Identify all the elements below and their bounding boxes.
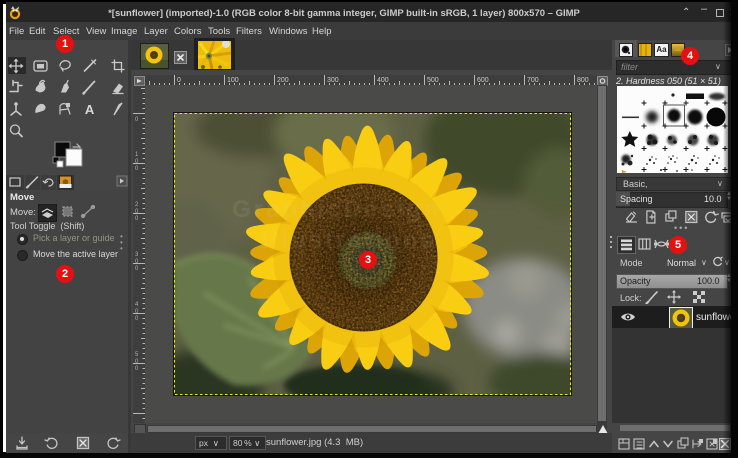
svg-text:300: 300 (327, 77, 339, 84)
svg-text:400: 400 (377, 77, 389, 84)
svg-text:600: 600 (477, 77, 489, 84)
svg-text:Illustrations: Illustrations (262, 227, 437, 254)
svg-text:800: 800 (577, 77, 589, 84)
svg-text:200: 200 (277, 77, 289, 84)
svg-text:100: 100 (227, 77, 239, 84)
svg-text:700: 700 (527, 77, 539, 84)
svg-text:500: 500 (427, 77, 439, 84)
svg-text:GraphicDesign: GraphicDesign (232, 196, 442, 223)
svg-text:A: A (85, 102, 95, 117)
svg-text:0: 0 (177, 77, 181, 84)
